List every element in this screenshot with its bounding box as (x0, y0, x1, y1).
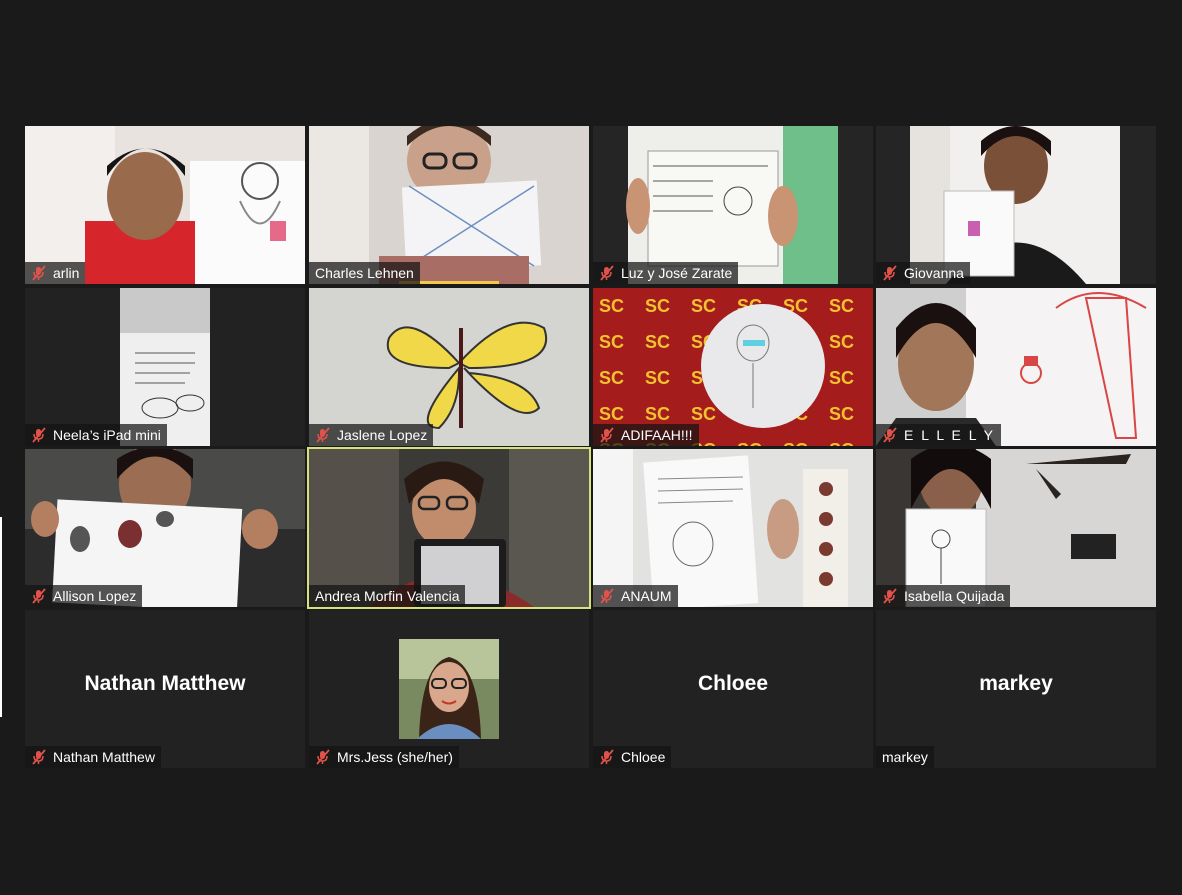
participant-name: ADIFAAH!!! (621, 427, 693, 443)
participant-tile-jaslene-lopez[interactable]: Jaslene Lopez (309, 288, 589, 446)
participant-tile-neelas-ipad-mini[interactable]: Neela’s iPad mini (25, 288, 305, 446)
participant-name: Chloee (621, 749, 666, 765)
participant-tile-anaum[interactable]: ANAUM (593, 449, 873, 607)
participant-tile-andrea-morfin-valencia[interactable]: Andrea Morfin Valencia (307, 447, 591, 609)
participant-nameplate: arlin (25, 262, 86, 284)
participant-nameplate: Chloee (593, 746, 672, 768)
participant-nameplate: Jaslene Lopez (309, 424, 434, 446)
participant-nameplate: ADIFAAH!!! (593, 424, 699, 446)
participant-name: Isabella Quijada (904, 588, 1005, 604)
muted-mic-icon (600, 588, 614, 604)
participant-tile-markey[interactable]: markey markey (876, 610, 1156, 768)
participant-name: arlin (53, 265, 80, 281)
muted-mic-icon (883, 588, 897, 604)
muted-mic-icon (600, 265, 614, 281)
participant-tile-chloee[interactable]: Chloee Chloee (593, 610, 873, 768)
participant-nameplate: Nathan Matthew (25, 746, 161, 768)
video-feed (876, 288, 1156, 446)
participant-tile-isabella-quijada[interactable]: Isabella Quijada (876, 449, 1156, 607)
participant-name: markey (882, 749, 928, 765)
participant-tile-mrs-jess[interactable]: Mrs.Jess (she/her) (309, 610, 589, 768)
participant-tile-arlin[interactable]: arlin (25, 126, 305, 284)
participant-tile-nathan-matthew[interactable]: Nathan Matthew Nathan Matthew (25, 610, 305, 768)
video-feed (593, 126, 873, 284)
participant-name: Jaslene Lopez (337, 427, 428, 443)
video-feed (309, 449, 589, 607)
participant-name: Nathan Matthew (53, 749, 155, 765)
muted-mic-icon (32, 427, 46, 443)
participant-nameplate: Luz y José Zarate (593, 262, 739, 284)
participant-name: Andrea Morfin Valencia (315, 588, 460, 604)
participant-name: Giovanna (904, 265, 964, 281)
participant-nameplate: Mrs.Jess (she/her) (309, 746, 459, 768)
video-feed (876, 126, 1156, 284)
participant-tile-charles-lehnen[interactable]: Charles Lehnen (309, 126, 589, 284)
participant-tile-luz-y-jose-zarate[interactable]: Luz y José Zarate (593, 126, 873, 284)
participant-tile-adifaah[interactable]: SC ADIFAAH!!! (593, 288, 873, 446)
participant-name: Charles Lehnen (315, 265, 414, 281)
muted-mic-icon (32, 749, 46, 765)
video-feed (876, 449, 1156, 607)
participant-tile-elle-ly[interactable]: E L L E L Y (876, 288, 1156, 446)
participant-tile-giovanna[interactable]: Giovanna (876, 126, 1156, 284)
window-edge-line (0, 517, 2, 717)
participant-name: ANAUM (621, 588, 672, 604)
video-feed (25, 288, 305, 446)
participant-nameplate: Allison Lopez (25, 585, 143, 607)
gallery-view: arlin Charles Lehnen Luz y José Zarate G… (25, 126, 1156, 768)
muted-mic-icon (883, 427, 897, 443)
participant-display-name: markey (979, 672, 1053, 695)
participant-nameplate: Neela’s iPad mini (25, 424, 167, 446)
video-feed (593, 449, 873, 607)
participant-name: Mrs.Jess (she/her) (337, 749, 453, 765)
participant-nameplate: Charles Lehnen (309, 262, 420, 284)
muted-mic-icon (600, 749, 614, 765)
muted-mic-icon (32, 588, 46, 604)
participant-nameplate: Isabella Quijada (876, 585, 1011, 607)
participant-nameplate: ANAUM (593, 585, 678, 607)
muted-mic-icon (32, 265, 46, 281)
participant-name: E L L E L Y (904, 427, 996, 443)
video-feed (25, 126, 305, 284)
video-feed (25, 449, 305, 607)
muted-mic-icon (316, 427, 330, 443)
participant-nameplate: E L L E L Y (876, 424, 1002, 446)
participant-name: Neela’s iPad mini (53, 427, 161, 443)
participant-display-name: Nathan Matthew (84, 672, 246, 695)
video-feed: SC (593, 288, 873, 446)
muted-mic-icon (316, 749, 330, 765)
muted-mic-icon (883, 265, 897, 281)
video-feed (309, 288, 589, 446)
avatar (399, 639, 499, 739)
participant-name: Allison Lopez (53, 588, 137, 604)
muted-mic-icon (600, 427, 614, 443)
video-feed (309, 126, 589, 284)
participant-display-name: Chloee (697, 672, 768, 695)
participant-tile-allison-lopez[interactable]: Allison Lopez (25, 449, 305, 607)
participant-nameplate: Giovanna (876, 262, 970, 284)
participant-nameplate: Andrea Morfin Valencia (309, 585, 466, 607)
participant-nameplate: markey (876, 746, 934, 768)
participant-name: Luz y José Zarate (621, 265, 733, 281)
